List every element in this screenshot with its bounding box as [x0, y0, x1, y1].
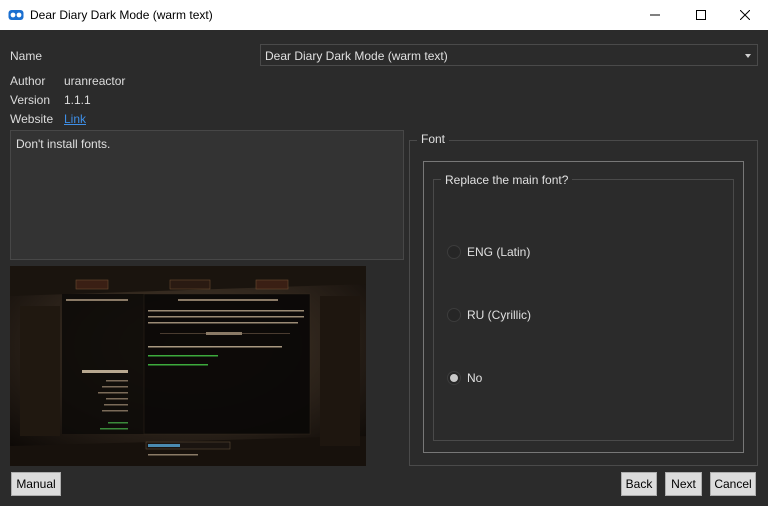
website-link[interactable]: Link	[64, 112, 86, 126]
radio-circle-selected[interactable]	[447, 371, 461, 385]
back-button[interactable]: Back	[621, 472, 657, 496]
next-button[interactable]: Next	[665, 472, 702, 496]
minimize-icon	[650, 14, 660, 16]
maximize-icon	[696, 10, 706, 20]
close-icon	[740, 10, 750, 20]
cancel-button[interactable]: Cancel	[710, 472, 756, 496]
name-label: Name	[10, 49, 43, 63]
radio-eng-latin[interactable]: ENG (Latin)	[447, 244, 530, 260]
preview-graphic	[10, 266, 366, 466]
chevron-down-icon	[745, 54, 751, 58]
preview-image	[10, 266, 366, 466]
version-value: 1.1.1	[64, 93, 91, 107]
radio-label: RU (Cyrillic)	[467, 308, 531, 322]
radio-circle[interactable]	[447, 245, 461, 259]
author-label: Author	[10, 74, 46, 88]
version-label: Version	[10, 93, 51, 107]
name-select[interactable]: Dear Diary Dark Mode (warm text)	[260, 44, 758, 66]
window-title: Dear Diary Dark Mode (warm text)	[30, 8, 213, 22]
radio-no[interactable]: No	[447, 370, 482, 386]
description-box[interactable]: Don't install fonts.	[10, 130, 404, 260]
minimize-button[interactable]	[632, 0, 678, 30]
radio-ru-cyrillic[interactable]: RU (Cyrillic)	[447, 307, 531, 323]
maximize-button[interactable]	[678, 0, 724, 30]
website-label: Website	[10, 112, 54, 126]
description-text: Don't install fonts.	[16, 137, 111, 151]
font-group-title: Font	[417, 132, 450, 146]
font-question-title: Replace the main font?	[441, 173, 573, 187]
close-button[interactable]	[722, 0, 768, 30]
manual-button[interactable]: Manual	[11, 472, 61, 496]
radio-label: No	[467, 371, 483, 385]
radio-label: ENG (Latin)	[467, 245, 531, 259]
app-icon	[8, 10, 24, 20]
radio-circle[interactable]	[447, 308, 461, 322]
author-value: uranreactor	[64, 74, 126, 88]
title-bar: Dear Diary Dark Mode (warm text)	[0, 0, 768, 30]
name-select-value: Dear Diary Dark Mode (warm text)	[265, 49, 448, 63]
